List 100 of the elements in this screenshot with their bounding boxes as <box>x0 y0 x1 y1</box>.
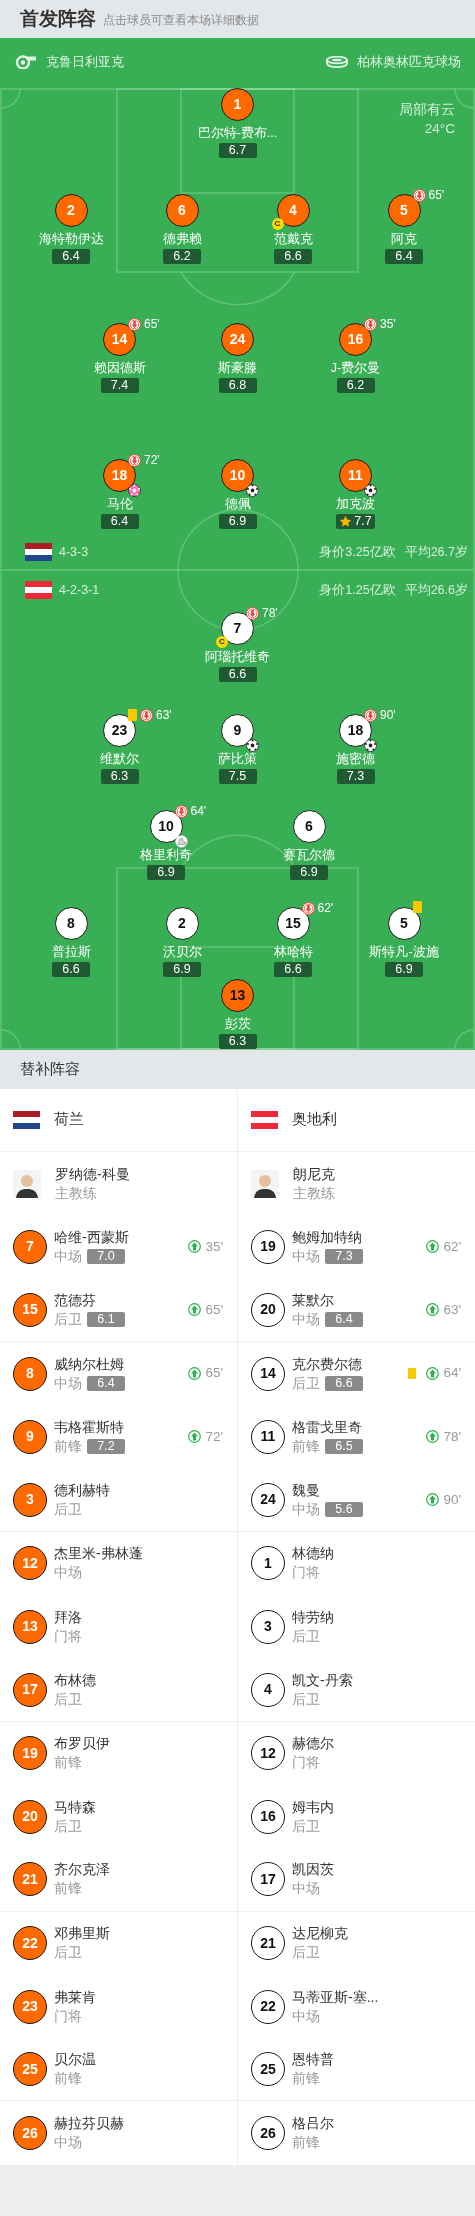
player-position: 中场 <box>292 1500 320 1519</box>
jersey-number[interactable]: 14 <box>251 1356 285 1391</box>
player-position: 前锋 <box>292 2070 320 2089</box>
jersey-number[interactable]: 21 <box>251 1926 285 1961</box>
player-position: 后卫 <box>54 1944 82 1963</box>
player-name[interactable]: 格吕尔 <box>292 2113 461 2134</box>
substitution-on-icon <box>426 1303 440 1317</box>
substitution-time: 63' <box>156 708 172 722</box>
player-name[interactable]: 凯因茨 <box>292 1859 461 1880</box>
player-name[interactable]: 格雷戈里奇 <box>292 1416 427 1437</box>
market-value: 身价1.25亿欧 <box>319 581 396 599</box>
jersey-number[interactable]: 3 <box>251 1609 285 1644</box>
substitution-time: 65' <box>205 1364 223 1383</box>
jersey-number[interactable]: 12 <box>251 1736 285 1771</box>
player-name[interactable]: 魏曼 <box>292 1479 427 1500</box>
player-name[interactable]: 赫德尔 <box>292 1733 461 1754</box>
player-position: 中场 <box>292 1310 320 1329</box>
rating-value: 6.8 <box>228 378 247 393</box>
player-name[interactable]: 齐尔克泽 <box>54 1859 223 1880</box>
player-name[interactable]: 贝尔温 <box>54 2049 223 2070</box>
rating-value: 6.4 <box>395 249 413 264</box>
jersey-number[interactable]: 17 <box>251 1862 285 1897</box>
jersey-number[interactable]: 22 <box>251 1989 285 2024</box>
rating-value: 6.6 <box>284 962 302 977</box>
player-position: 后卫 <box>54 1690 82 1709</box>
player-name[interactable]: 韦格霍斯特 <box>54 1416 189 1437</box>
player-position: 中场 <box>292 1247 320 1266</box>
player-name[interactable]: 凯文-丹索 <box>292 1669 461 1690</box>
hint-text: 点击球员可查看本场详细数据 <box>103 12 259 28</box>
player-position: 后卫 <box>54 1817 82 1836</box>
player-name[interactable]: 杰里米-弗林蓬 <box>54 1543 223 1564</box>
substitution-time: 63' <box>443 1300 461 1319</box>
coach-role: 主教练 <box>293 1184 336 1203</box>
player-name[interactable]: 德利赫特 <box>54 1479 223 1500</box>
booking-card-icon <box>412 901 422 913</box>
player-name[interactable]: 特劳纳 <box>292 1606 461 1627</box>
player-name[interactable]: 恩特普 <box>292 2049 461 2070</box>
player-name[interactable]: 姆韦内 <box>292 1796 461 1817</box>
formation: 4-2-3-1 <box>59 581 100 599</box>
player-position: 门将 <box>292 1754 320 1773</box>
jersey-number[interactable]: 4 <box>251 1672 285 1707</box>
player-rating: 6.1 <box>87 1312 125 1328</box>
referee-name: 克鲁日利亚克 <box>46 53 124 72</box>
substitution-time: 62' <box>317 901 334 915</box>
jersey-number[interactable]: 16 <box>251 1799 285 1834</box>
rating-value: 6.7 <box>228 143 247 158</box>
player-name[interactable]: 弗莱肯 <box>54 1986 223 2007</box>
player-name[interactable]: 邓弗里斯 <box>54 1923 223 1944</box>
austria-flag <box>25 581 52 599</box>
austria-flag <box>251 1111 278 1129</box>
jersey-number[interactable]: 24 <box>251 1482 285 1517</box>
player-rating: 7.3 <box>325 1249 363 1265</box>
formation: 4-3-3 <box>59 543 89 561</box>
player-name[interactable]: 林德纳 <box>292 1543 461 1564</box>
player-name[interactable]: 布林德 <box>54 1669 223 1690</box>
player-name[interactable]: 哈维-西蒙斯 <box>54 1226 189 1247</box>
player-name[interactable]: 达尼柳克 <box>292 1923 461 1944</box>
coach-name[interactable]: 罗纳德-科曼 <box>55 1163 223 1184</box>
substitution-time: 62' <box>443 1237 461 1256</box>
substitution-on-icon <box>426 1367 440 1381</box>
section-title: 替补阵容 <box>20 1059 80 1080</box>
player-name[interactable]: 布罗贝伊 <box>54 1733 223 1754</box>
player-name[interactable]: 范德芬 <box>54 1289 189 1310</box>
player-name[interactable]: 鲍姆加特纳 <box>292 1226 427 1247</box>
rating-value: 6.3 <box>110 769 129 784</box>
player-position: 后卫 <box>54 1310 82 1329</box>
player-name[interactable]: 马特森 <box>54 1796 223 1817</box>
substitution-time: 65' <box>205 1300 223 1319</box>
player-name[interactable]: 莱默尔 <box>292 1289 427 1310</box>
jersey-number[interactable]: 25 <box>251 2052 285 2087</box>
jersey-number[interactable]: 26 <box>251 2116 285 2151</box>
team-name: 奥地利 <box>292 1110 337 1130</box>
player-name[interactable]: 拜洛 <box>54 1606 223 1627</box>
player-position: 门将 <box>54 1627 82 1646</box>
substitution-time: 78' <box>262 606 278 620</box>
jersey-number[interactable]: 11 <box>251 1419 285 1454</box>
player-position: 后卫 <box>292 1374 320 1393</box>
boot-icon <box>174 835 188 848</box>
player-rating: 5.6 <box>325 1502 363 1518</box>
jersey-number[interactable]: 1 <box>251 1546 285 1581</box>
substitution-time: 65' <box>144 317 160 331</box>
coach-avatar <box>251 1169 279 1198</box>
booking-card-icon <box>128 709 137 721</box>
player-name[interactable]: 马蒂亚斯-塞... <box>292 1986 461 2007</box>
venue-name: 柏林奥林匹克球场 <box>357 53 461 72</box>
player-name[interactable]: 赫拉芬贝赫 <box>54 2113 223 2134</box>
jersey-number[interactable]: 20 <box>251 1292 285 1327</box>
player-name[interactable]: 克尔费尔德 <box>292 1353 409 1374</box>
player-name[interactable]: 威纳尔杜姆 <box>54 1353 189 1374</box>
player-position: 中场 <box>54 2134 82 2153</box>
rating-value: 7.4 <box>110 378 129 393</box>
jersey-number[interactable]: 19 <box>251 1229 285 1264</box>
coach-name[interactable]: 朗尼克 <box>293 1163 461 1184</box>
ball-icon <box>364 739 377 752</box>
substitution-time: 64' <box>443 1364 461 1383</box>
substitution-time: 35' <box>380 317 396 331</box>
player-position: 门将 <box>292 1564 320 1583</box>
player-rating: 6.4 <box>325 1312 363 1328</box>
weather-text: 局部有云 <box>399 101 455 119</box>
player-position: 前锋 <box>54 1437 82 1456</box>
